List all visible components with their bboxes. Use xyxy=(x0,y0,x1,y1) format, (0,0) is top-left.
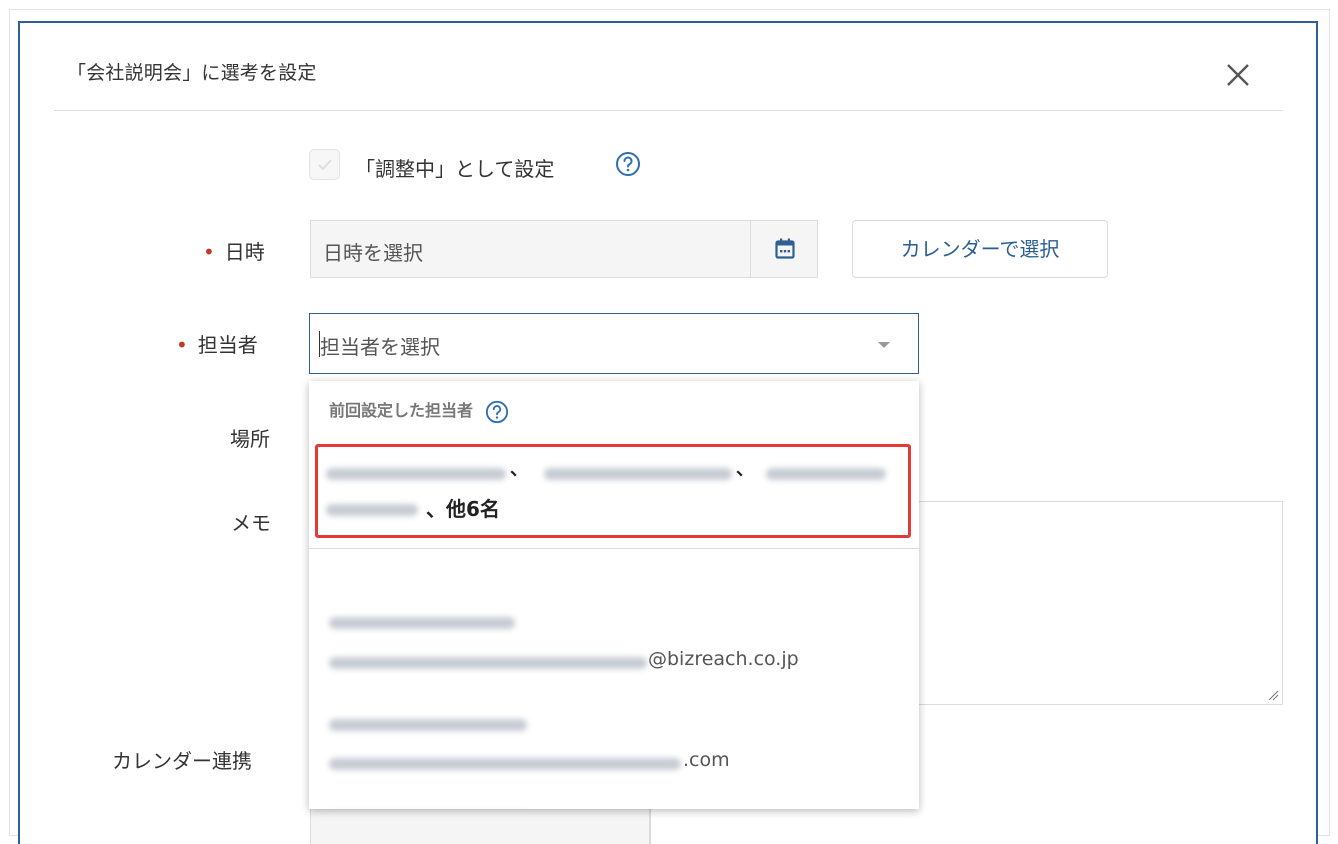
redacted-name xyxy=(329,719,527,731)
redacted-name xyxy=(326,468,506,480)
calendar-link-label: カレンダー連携 xyxy=(112,749,252,773)
assignee-placeholder: 担当者を選択 xyxy=(320,335,440,359)
redacted-email xyxy=(329,758,681,770)
assignee-label: • 担当者 xyxy=(176,333,258,357)
resize-handle-icon xyxy=(1268,690,1279,701)
datetime-label: • 日時 xyxy=(203,240,265,264)
dropdown-divider xyxy=(309,548,919,549)
required-dot: • xyxy=(176,333,188,357)
calendar-link-field[interactable] xyxy=(310,808,650,844)
previous-assignees-option[interactable]: 、 、 、他6名 xyxy=(315,444,911,538)
question-circle-icon xyxy=(616,152,640,176)
datetime-placeholder: 日時を選択 xyxy=(323,241,423,265)
selection-setting-modal: 「会社説明会」に選考を設定 「調整中」として設定 • 日時 日時を選択 カレンダ… xyxy=(18,21,1318,844)
header-divider xyxy=(54,110,1283,111)
close-icon xyxy=(1227,64,1249,86)
separator: 、 xyxy=(510,459,528,480)
previous-assignees-heading: 前回設定した担当者 xyxy=(329,397,509,424)
separator: 、 xyxy=(736,459,754,480)
check-icon xyxy=(318,159,332,171)
adjusting-checkbox[interactable] xyxy=(309,149,340,180)
redacted-name xyxy=(326,504,418,516)
redacted-name xyxy=(329,617,515,629)
select-with-calendar-button[interactable]: カレンダーで選択 xyxy=(852,220,1108,278)
assignee-dropdown: 前回設定した担当者 、 、 、他6名 @bizreach.co.jp .com xyxy=(309,381,919,809)
close-button[interactable] xyxy=(1220,57,1256,93)
calendar-link-field-secondary xyxy=(650,808,1290,844)
assignee-select[interactable]: 担当者を選択 xyxy=(309,313,919,374)
others-count: 、他6名 xyxy=(426,497,500,521)
memo-label: メモ xyxy=(231,511,271,535)
redacted-name xyxy=(544,468,732,480)
calendar-picker-button[interactable] xyxy=(750,220,818,278)
assignee-option[interactable]: @bizreach.co.jp xyxy=(309,587,919,683)
calendar-icon xyxy=(775,238,795,259)
assignee-option[interactable]: .com xyxy=(309,691,919,787)
email-domain: @bizreach.co.jp xyxy=(648,648,799,670)
redacted-email xyxy=(329,657,647,669)
location-label: 場所 xyxy=(230,427,270,451)
required-dot: • xyxy=(203,240,215,264)
adjusting-help-icon[interactable] xyxy=(615,151,641,177)
datetime-input[interactable]: 日時を選択 xyxy=(310,220,750,278)
caret-down-icon xyxy=(878,342,890,348)
assignee-option[interactable] xyxy=(309,786,919,809)
modal-title: 「会社説明会」に選考を設定 xyxy=(67,62,317,84)
question-circle-icon[interactable] xyxy=(485,400,509,424)
adjusting-label: 「調整中」として設定 xyxy=(355,157,555,181)
redacted-name xyxy=(766,468,886,480)
email-domain: .com xyxy=(683,749,730,771)
memo-textarea[interactable] xyxy=(918,501,1283,705)
